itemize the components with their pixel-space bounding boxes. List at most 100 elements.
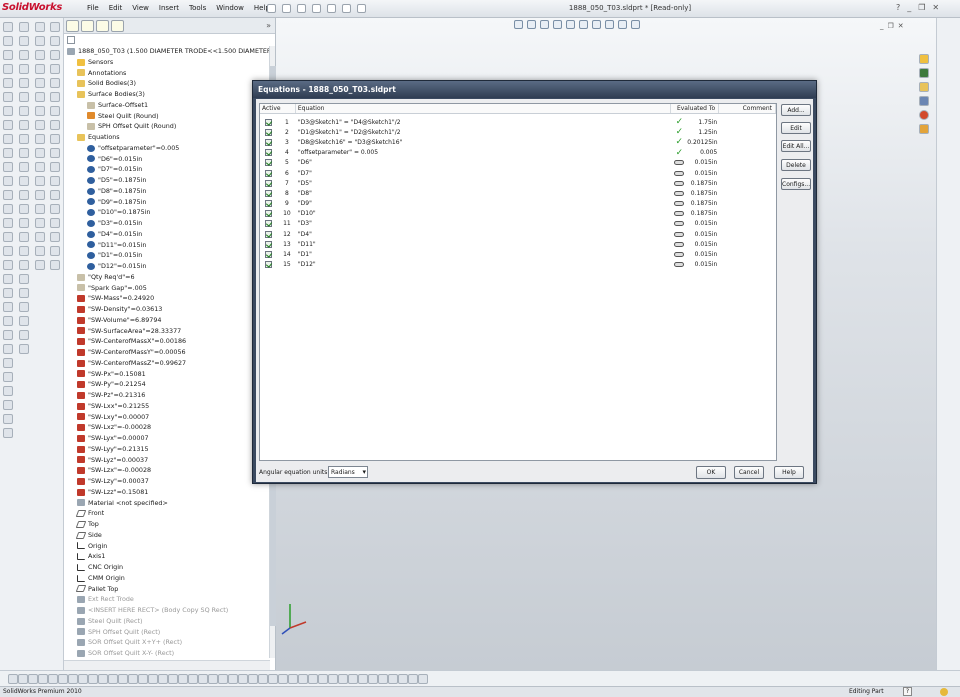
toolbar-tool-icon[interactable] xyxy=(3,162,13,172)
previous-view-icon[interactable] xyxy=(540,20,549,29)
tree-item[interactable]: "SW-Py"=0.21254 xyxy=(64,379,270,390)
toolbar-tool-icon[interactable] xyxy=(35,204,45,214)
file-explorer-tab-icon[interactable] xyxy=(919,82,929,92)
toolbar-tool-icon[interactable] xyxy=(35,92,45,102)
toolbar-tool-icon[interactable] xyxy=(3,64,13,74)
table-row[interactable]: 4 "offsetparameter" = 0.005 ✓ 0.005 xyxy=(260,148,776,158)
edit-all-button[interactable]: Edit All... xyxy=(781,140,811,152)
tree-item[interactable]: "D12"=0.015in xyxy=(64,261,270,272)
toolbar-tool-icon[interactable] xyxy=(35,162,45,172)
toolbar-tool-icon[interactable] xyxy=(35,50,45,60)
header-comment[interactable]: Comment xyxy=(719,104,776,113)
toolbar-tool-icon[interactable] xyxy=(3,302,13,312)
design-library-tab-icon[interactable] xyxy=(919,68,929,78)
toolbar-tool-icon[interactable] xyxy=(3,204,13,214)
sketch-tool-icon[interactable] xyxy=(218,674,228,684)
sketch-tool-icon[interactable] xyxy=(268,674,278,684)
toolbar-tool-icon[interactable] xyxy=(19,50,29,60)
active-checkbox[interactable] xyxy=(265,169,273,177)
toolbar-tool-icon[interactable] xyxy=(3,134,13,144)
tree-item[interactable]: Steel Quilt (Rect) xyxy=(64,616,270,627)
table-row[interactable]: 12 "D4" 0.015in xyxy=(260,229,776,239)
sketch-tool-icon[interactable] xyxy=(288,674,298,684)
tree-item[interactable]: <INSERT HERE RECT> (Body Copy SQ Rect) xyxy=(64,605,270,616)
toolbar-tool-icon[interactable] xyxy=(3,246,13,256)
toolbar-tool-icon[interactable] xyxy=(19,330,29,340)
sketch-tool-icon[interactable] xyxy=(148,674,158,684)
toolbar-tool-icon[interactable] xyxy=(50,120,60,130)
sketch-tool-icon[interactable] xyxy=(368,674,378,684)
toolbar-tool-icon[interactable] xyxy=(35,22,45,32)
active-checkbox[interactable] xyxy=(265,240,273,248)
restore-icon[interactable]: ❐ xyxy=(918,3,925,12)
toolbar-tool-icon[interactable] xyxy=(19,288,29,298)
custom-properties-tab-icon[interactable] xyxy=(919,124,929,134)
edit-button[interactable]: Edit xyxy=(781,122,811,134)
tree-item[interactable]: "SW-CenterofMassX"=0.00186 xyxy=(64,336,270,347)
equation-text[interactable]: "D1@Sketch1" = "D2@Sketch1"/2 xyxy=(296,129,672,136)
toolbar-tool-icon[interactable] xyxy=(3,22,13,32)
tree-item[interactable]: "D10"=0.1875in xyxy=(64,207,270,218)
section-view-icon[interactable] xyxy=(553,20,562,29)
tree-item[interactable]: Axis1 xyxy=(64,551,270,562)
toolbar-tool-icon[interactable] xyxy=(35,148,45,158)
solidworks-logo[interactable]: SolidWorks xyxy=(2,2,62,16)
open-icon[interactable] xyxy=(282,4,291,13)
tab-configuration-manager[interactable] xyxy=(96,19,109,32)
toolbar-tool-icon[interactable] xyxy=(50,246,60,256)
toolbar-tool-icon[interactable] xyxy=(19,92,29,102)
tree-item[interactable]: CMM Origin xyxy=(64,573,270,584)
configs-button[interactable]: Configs... xyxy=(781,178,811,190)
equation-text[interactable]: "D3" xyxy=(296,220,672,227)
sketch-tool-icon[interactable] xyxy=(328,674,338,684)
viewport-close-icon[interactable]: ✕ xyxy=(898,22,904,30)
tree-item[interactable]: SOR Offset Quilt X-Y- (Rect) xyxy=(64,648,270,659)
toolbar-tool-icon[interactable] xyxy=(50,176,60,186)
active-checkbox[interactable] xyxy=(265,189,273,197)
active-checkbox[interactable] xyxy=(265,210,273,218)
tree-item[interactable]: "SW-Pz"=0.21316 xyxy=(64,390,270,401)
toolbar-tool-icon[interactable] xyxy=(35,176,45,186)
tree-item[interactable]: "SW-Lyx"=0.00007 xyxy=(64,433,270,444)
toolbar-tool-icon[interactable] xyxy=(19,78,29,88)
toolbar-tool-icon[interactable] xyxy=(35,246,45,256)
toolbar-tool-icon[interactable] xyxy=(19,148,29,158)
sketch-tool-icon[interactable] xyxy=(388,674,398,684)
toolbar-tool-icon[interactable] xyxy=(19,260,29,270)
toolbar-tool-icon[interactable] xyxy=(3,428,13,438)
sketch-tool-icon[interactable] xyxy=(18,674,28,684)
resources-tab-icon[interactable] xyxy=(919,54,929,64)
toolbar-tool-icon[interactable] xyxy=(19,134,29,144)
tree-item[interactable]: "D6"=0.015in xyxy=(64,154,270,165)
equation-text[interactable]: "D1" xyxy=(296,251,672,258)
viewport-minimize-icon[interactable]: _ xyxy=(880,22,884,30)
equation-text[interactable]: "D5" xyxy=(296,180,672,187)
toolbar-tool-icon[interactable] xyxy=(19,246,29,256)
sketch-tool-icon[interactable] xyxy=(298,674,308,684)
active-checkbox[interactable] xyxy=(265,179,273,187)
tree-item[interactable]: Sensors xyxy=(64,57,270,68)
tree-item[interactable]: "Qty Req'd"=6 xyxy=(64,272,270,283)
toolbar-tool-icon[interactable] xyxy=(50,204,60,214)
toolbar-tool-icon[interactable] xyxy=(50,22,60,32)
toolbar-tool-icon[interactable] xyxy=(50,106,60,116)
toolbar-tool-icon[interactable] xyxy=(3,316,13,326)
sketch-tool-icon[interactable] xyxy=(178,674,188,684)
toolbar-tool-icon[interactable] xyxy=(19,274,29,284)
rebuild-icon[interactable] xyxy=(342,4,351,13)
sketch-tool-icon[interactable] xyxy=(378,674,388,684)
toolbar-tool-icon[interactable] xyxy=(3,288,13,298)
toolbar-tool-icon[interactable] xyxy=(19,120,29,130)
tree-item[interactable]: "D9"=0.1875in xyxy=(64,197,270,208)
view-orientation-icon[interactable] xyxy=(566,20,575,29)
header-equation[interactable]: Equation xyxy=(296,104,672,113)
toolbar-tool-icon[interactable] xyxy=(35,232,45,242)
toolbar-tool-icon[interactable] xyxy=(50,260,60,270)
active-checkbox[interactable] xyxy=(265,128,273,136)
toolbar-tool-icon[interactable] xyxy=(3,106,13,116)
toolbar-tool-icon[interactable] xyxy=(50,134,60,144)
delete-button[interactable]: Delete xyxy=(781,159,811,171)
apply-scene-icon[interactable] xyxy=(618,20,627,29)
menu-file[interactable]: File xyxy=(82,2,104,16)
active-checkbox[interactable] xyxy=(265,220,273,228)
